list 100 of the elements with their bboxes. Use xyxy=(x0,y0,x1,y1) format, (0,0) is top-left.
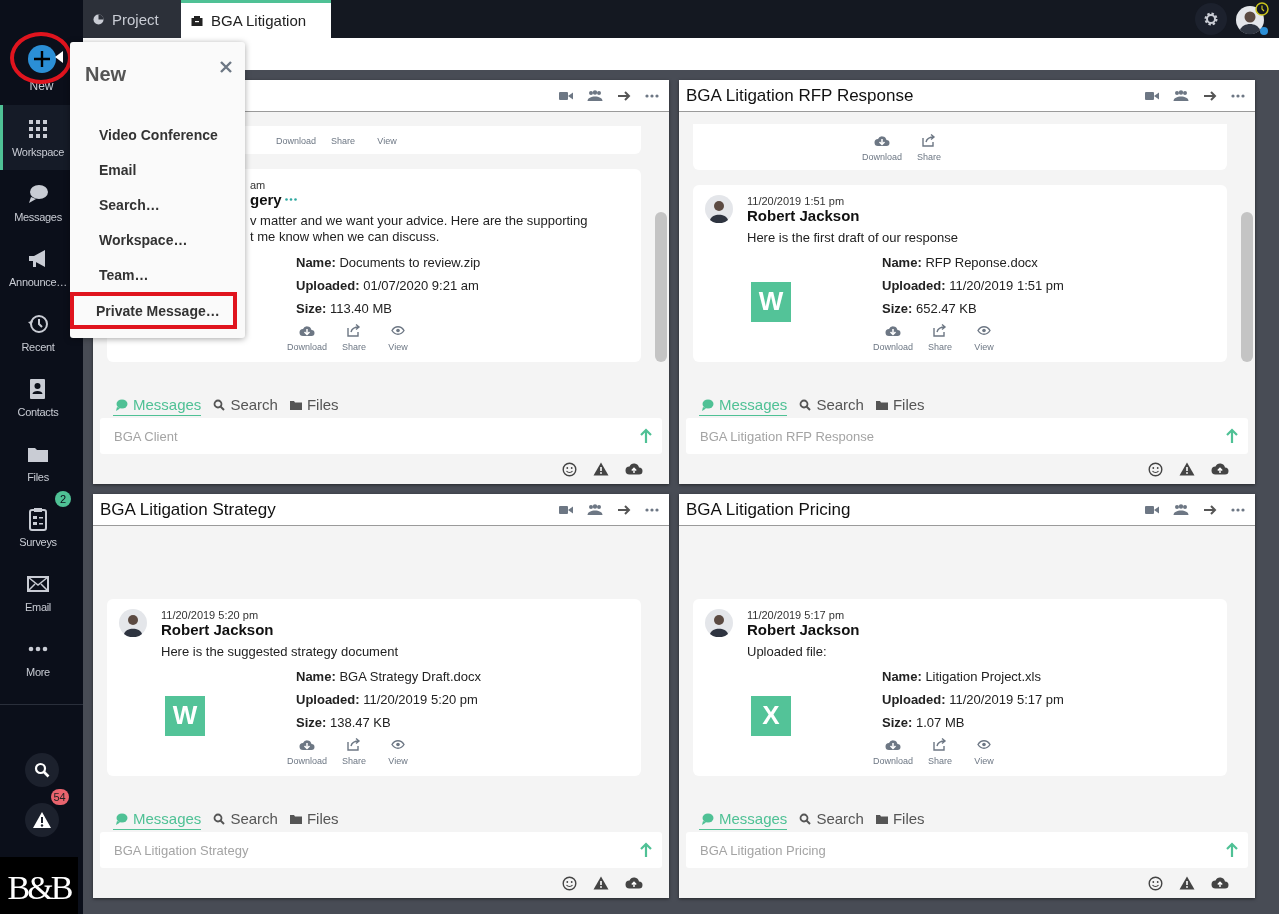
arrow-right-icon[interactable] xyxy=(617,90,631,101)
cloud-upload-icon[interactable] xyxy=(1211,463,1229,475)
file-action-button[interactable]: Download xyxy=(873,738,914,766)
sidebar-item[interactable]: More xyxy=(0,625,83,690)
plus-icon xyxy=(32,50,51,68)
panel-tab[interactable]: Search xyxy=(211,396,278,416)
arrow-right-icon[interactable] xyxy=(1203,90,1217,101)
workspace-tab[interactable]: Project xyxy=(83,0,181,38)
sidebar-item[interactable]: Contacts xyxy=(0,365,83,430)
message-time: 11/20/2019 5:17 pm xyxy=(747,609,846,621)
eye-icon xyxy=(391,740,406,749)
file-action-button[interactable]: Share xyxy=(912,134,947,162)
menu-item[interactable]: Private Message… xyxy=(70,292,237,329)
warning-icon[interactable] xyxy=(1179,462,1195,476)
file-action-button[interactable]: Download xyxy=(287,324,328,352)
avatar-silhouette xyxy=(119,609,147,637)
count-badge: 54 xyxy=(50,789,69,805)
people-icon[interactable] xyxy=(587,89,603,102)
panel-tab[interactable]: Files xyxy=(873,396,925,416)
cloud-upload-icon[interactable] xyxy=(625,463,643,475)
scrollbar[interactable] xyxy=(655,212,667,362)
people-icon[interactable] xyxy=(1173,503,1189,516)
warning-icon[interactable] xyxy=(593,876,609,890)
panel-tab[interactable]: Search xyxy=(797,810,864,830)
file-action-button[interactable]: View xyxy=(967,324,1002,352)
search-button[interactable] xyxy=(24,753,59,787)
message-input[interactable]: BGA Litigation Pricing xyxy=(686,832,1248,868)
contacts-icon xyxy=(28,378,48,400)
share-icon xyxy=(933,324,948,337)
people-icon[interactable] xyxy=(1173,89,1189,102)
chat-icon xyxy=(115,398,128,411)
file-action-button[interactable]: Download xyxy=(873,324,914,352)
sidebar-item[interactable]: Email xyxy=(0,560,83,625)
video-camera-icon[interactable] xyxy=(559,504,573,515)
scrollbar[interactable] xyxy=(1241,212,1253,362)
more-icon[interactable] xyxy=(645,93,659,98)
file-detail: Size: 113.40 MB xyxy=(296,300,393,318)
file-action-button[interactable]: View xyxy=(381,738,416,766)
share-icon xyxy=(933,738,948,751)
chat-icon xyxy=(701,812,714,825)
video-camera-icon[interactable] xyxy=(1145,90,1159,101)
share-icon xyxy=(347,738,362,751)
arrow-right-icon[interactable] xyxy=(1203,504,1217,515)
search-icon xyxy=(799,812,812,825)
message-input[interactable]: BGA Litigation Strategy xyxy=(100,832,662,868)
file-action-button[interactable]: Share xyxy=(337,738,372,766)
panel-tab[interactable]: Files xyxy=(287,810,339,830)
file-detail: Size: 1.07 MB xyxy=(882,714,966,732)
smiley-icon[interactable] xyxy=(562,875,577,891)
folder-icon xyxy=(289,399,302,410)
people-icon[interactable] xyxy=(587,503,603,516)
file-action-button[interactable]: Download xyxy=(276,136,317,146)
file-action-button[interactable]: View xyxy=(967,738,1002,766)
eye-icon xyxy=(977,740,992,749)
file-detail: Uploaded: 11/20/2019 5:20 pm xyxy=(296,691,479,709)
panel-tab[interactable]: Files xyxy=(873,810,925,830)
message-input[interactable]: BGA Client xyxy=(100,418,662,454)
workspace-tab[interactable]: BGA Litigation xyxy=(181,0,331,38)
chat-icon xyxy=(115,812,128,825)
file-detail: Uploaded: 11/20/2019 1:51 pm xyxy=(882,277,1064,295)
arrow-right-icon[interactable] xyxy=(617,504,631,515)
message-text: Here is the suggested strategy document xyxy=(161,644,400,659)
user-avatar[interactable] xyxy=(1235,2,1269,36)
warning-icon[interactable] xyxy=(1179,876,1195,890)
smiley-icon[interactable] xyxy=(1148,875,1163,891)
warning-icon[interactable] xyxy=(593,462,609,476)
panel-tab[interactable]: Search xyxy=(797,396,864,416)
message-text: Uploaded file: xyxy=(747,644,828,659)
dots-icon xyxy=(28,646,48,652)
cloud-upload-icon[interactable] xyxy=(625,877,643,889)
smiley-icon[interactable] xyxy=(562,461,577,477)
ellipsis-icon[interactable] xyxy=(284,198,297,201)
settings-icon xyxy=(1203,11,1219,27)
cloud-download-icon xyxy=(874,134,890,147)
file-action-button[interactable]: Share xyxy=(923,324,958,352)
message-time: 11/20/2019 5:20 pm xyxy=(161,609,260,621)
panel-tab[interactable]: Search xyxy=(211,810,278,830)
file-action-button[interactable]: Share xyxy=(326,136,361,146)
file-action-button[interactable]: View xyxy=(370,136,405,146)
close-icon xyxy=(220,61,232,73)
file-action-button[interactable]: Download xyxy=(862,134,903,162)
file-action-button[interactable]: View xyxy=(381,324,416,352)
more-icon[interactable] xyxy=(1231,507,1245,512)
file-detail: Name: Documents to review.zip xyxy=(296,254,481,272)
search-icon xyxy=(799,398,812,411)
file-action-button[interactable]: Share xyxy=(337,324,372,352)
panel-tab[interactable]: Files xyxy=(287,396,339,416)
message-input[interactable]: BGA Litigation RFP Response xyxy=(686,418,1248,454)
folder-icon xyxy=(875,813,888,824)
video-camera-icon[interactable] xyxy=(1145,504,1159,515)
smiley-icon[interactable] xyxy=(1148,461,1163,477)
more-icon[interactable] xyxy=(645,507,659,512)
settings-button[interactable] xyxy=(1195,3,1227,35)
more-icon[interactable] xyxy=(1231,93,1245,98)
file-action-button[interactable]: Share xyxy=(923,738,958,766)
cloud-upload-icon[interactable] xyxy=(1211,877,1229,889)
file-action-button[interactable]: Download xyxy=(287,738,328,766)
alerts-button[interactable] xyxy=(24,803,59,837)
new-button[interactable] xyxy=(27,45,56,73)
video-camera-icon[interactable] xyxy=(559,90,573,101)
